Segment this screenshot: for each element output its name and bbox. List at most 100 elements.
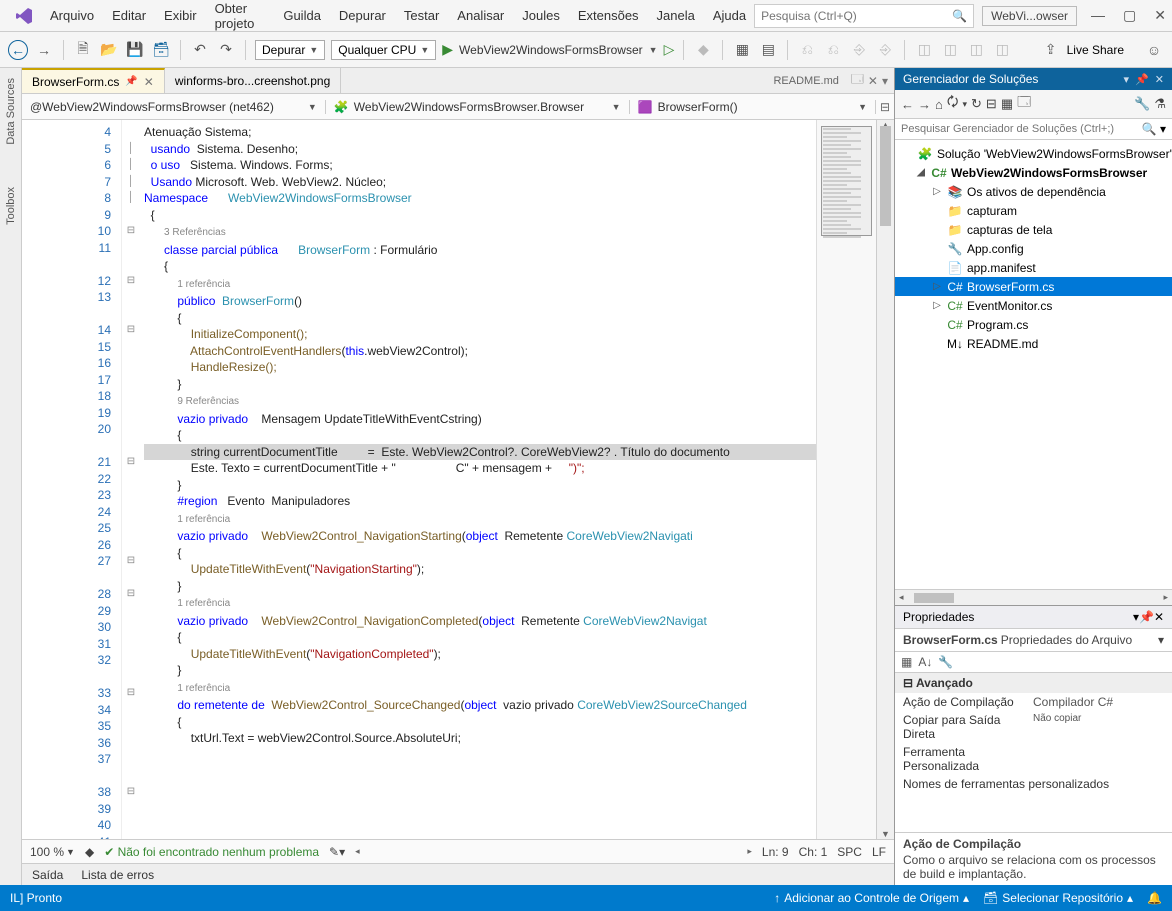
vertical-scrollbar[interactable]: ▲▼ [876, 120, 894, 839]
minimize-button[interactable]: ― [1091, 7, 1105, 24]
nav-back-button[interactable]: ← [8, 40, 28, 60]
tree-item-program[interactable]: C#Program.cs [895, 315, 1172, 334]
maximize-button[interactable]: ▢ [1123, 7, 1136, 24]
tree-item-eventmonitor[interactable]: ▷C#EventMonitor.cs [895, 296, 1172, 315]
tb-icon-8[interactable]: ◫ [914, 40, 934, 60]
sol-collapse-icon[interactable]: ⊟ [986, 96, 997, 112]
nav-project-combo[interactable]: @WebView2WindowsFormsBrowser (net462)▼ [22, 100, 326, 114]
rail-toolbox[interactable]: Toolbox [5, 181, 17, 231]
tab-dropdown-icon[interactable]: ▾ [882, 74, 888, 88]
new-project-button[interactable]: 🗎 [73, 40, 93, 60]
run-target-label[interactable]: WebView2WindowsFormsBrowser [459, 43, 643, 57]
live-share-button[interactable]: Live Share [1067, 43, 1124, 57]
nav-class-combo[interactable]: 🧩 WebView2WindowsFormsBrowser.Browser▼ [326, 100, 630, 114]
tree-item-deps[interactable]: ▷📚Os ativos de dependência [895, 182, 1172, 201]
rail-data-sources[interactable]: Data Sources [5, 72, 17, 151]
indent-mode[interactable]: SPC [837, 845, 862, 859]
tree-item-readme[interactable]: M↓README.md [895, 334, 1172, 353]
sol-back-icon[interactable]: ← [901, 97, 914, 112]
menu-obter-projeto[interactable]: Obter projeto [207, 0, 274, 35]
panel-pin-icon[interactable]: 📌 [1135, 73, 1149, 86]
save-button[interactable]: 💾 [125, 40, 145, 60]
tab-browserform[interactable]: BrowserForm.cs 📌 ✕ [22, 68, 165, 93]
close-icon[interactable]: ✕ [144, 75, 154, 89]
panel-close-icon[interactable]: ✕ [1154, 610, 1164, 624]
code-area[interactable]: Atenuação Sistema; usando Sistema. Desen… [140, 120, 816, 839]
prop-row-toolns[interactable]: Nomes de ferramentas personalizados [895, 775, 1172, 793]
sol-refresh-icon[interactable]: ↻ [971, 96, 982, 112]
close-button[interactable]: ✕ [1154, 7, 1166, 24]
sol-properties-icon[interactable]: 🗔 [1017, 93, 1031, 115]
menu-extensoes[interactable]: Extensões [570, 4, 647, 27]
menu-exibir[interactable]: Exibir [156, 4, 205, 27]
tb-icon-7[interactable]: ⎆ [875, 40, 895, 60]
tree-item-capturam[interactable]: 📁capturam [895, 201, 1172, 220]
sol-fwd-icon[interactable]: → [918, 97, 931, 112]
status-repo[interactable]: 🗃 Selecionar Repositório ▴ [983, 891, 1133, 905]
pencil-icon[interactable]: ✎▾ [329, 845, 345, 859]
tab-error-list[interactable]: Lista de erros [81, 868, 154, 882]
tb-icon-4[interactable]: ⎌ [797, 40, 817, 60]
status-bell-icon[interactable]: 🔔 [1147, 891, 1162, 905]
tb-icon-11[interactable]: ◫ [992, 40, 1012, 60]
menu-depurar[interactable]: Depurar [331, 4, 394, 27]
solution-explorer-header[interactable]: Gerenciador de Soluções ▾ 📌 ✕ [895, 68, 1172, 90]
minimap[interactable] [816, 120, 876, 839]
tree-item-capturas[interactable]: 📁capturas de tela [895, 220, 1172, 239]
tree-item-browserform[interactable]: ▷C#BrowserForm.cs [895, 277, 1172, 296]
prop-wrench-icon[interactable]: 🔧 [938, 655, 953, 669]
tb-icon-5[interactable]: ⎌ [823, 40, 843, 60]
properties-grid[interactable]: ⊟ Avançado Ação de CompilaçãoCompilador … [895, 673, 1172, 832]
code-editor[interactable]: 4567891011121314151617181920212223242526… [22, 120, 894, 839]
live-share-icon[interactable]: ⇪ [1041, 40, 1061, 60]
solution-name-pill[interactable]: WebVi...owser [982, 6, 1077, 26]
redo-button[interactable]: ↷ [216, 40, 236, 60]
tb-icon-1[interactable]: ◆ [693, 40, 713, 60]
tb-icon-2[interactable]: ▦ [732, 40, 752, 60]
tab-output[interactable]: Saída [32, 868, 63, 882]
zoom-combo[interactable]: 100 % ▼ [30, 845, 75, 859]
tb-icon-3[interactable]: ▤ [758, 40, 778, 60]
menu-janela[interactable]: Janela [649, 4, 703, 27]
pin-icon[interactable]: 📌 [125, 76, 137, 87]
tab-readme[interactable]: README.md [765, 72, 846, 90]
sol-tool-icon[interactable]: 🔧 [1134, 96, 1150, 112]
tb-icon-10[interactable]: ◫ [966, 40, 986, 60]
error-lens-icon[interactable]: ◆ [85, 845, 94, 859]
menu-analisar[interactable]: Analisar [449, 4, 512, 27]
panel-close-icon[interactable]: ✕ [1155, 73, 1164, 86]
search-input[interactable] [761, 9, 952, 23]
menu-ajuda[interactable]: Ajuda [705, 4, 754, 27]
tab-overflow-icon[interactable]: 🗔 [851, 70, 864, 91]
open-button[interactable]: 📂 [99, 40, 119, 60]
menu-editar[interactable]: Editar [104, 4, 154, 27]
eol-mode[interactable]: LF [872, 845, 886, 859]
tree-item-manifest[interactable]: 📄app.manifest [895, 258, 1172, 277]
tb-icon-6[interactable]: ⎆ [849, 40, 869, 60]
save-all-button[interactable]: 🗃 [151, 40, 171, 60]
nav-fwd-button[interactable]: → [34, 40, 54, 60]
status-source-control[interactable]: ↑ Adicionar ao Controle de Origem ▴ [774, 891, 969, 905]
start-no-debug-button[interactable]: ▷ [664, 41, 675, 58]
platform-combo[interactable]: Qualquer CPU▼ [331, 40, 436, 60]
panel-pin-icon[interactable]: 📌 [1139, 610, 1154, 624]
tree-project[interactable]: ◢C#WebView2WindowsFormsBrowser [895, 163, 1172, 182]
sol-showall-icon[interactable]: ▦ [1001, 96, 1013, 112]
sol-home-icon[interactable]: ⌂ [935, 97, 943, 112]
quick-search[interactable]: 🔍 [754, 4, 974, 28]
solution-search[interactable]: 🔍 ▾ [895, 119, 1172, 140]
configuration-combo[interactable]: Depurar▼ [255, 40, 325, 60]
tab-close-all-icon[interactable]: ✕ [868, 74, 878, 88]
solution-search-input[interactable] [901, 123, 1142, 135]
prop-row-tool[interactable]: Ferramenta Personalizada [895, 743, 1172, 775]
fold-column[interactable]: ││││⊟⊟⊟⊟⊟⊟⊟⊟ [122, 120, 140, 839]
sol-sync-icon[interactable]: 🗘 [947, 93, 959, 115]
undo-button[interactable]: ↶ [190, 40, 210, 60]
prop-category[interactable]: ⊟ Avançado [895, 673, 1172, 693]
prop-row-build[interactable]: Ação de CompilaçãoCompilador C# [895, 693, 1172, 711]
start-debug-button[interactable]: ▶ [442, 41, 453, 58]
feedback-button[interactable]: ☺ [1144, 40, 1164, 60]
tb-icon-9[interactable]: ◫ [940, 40, 960, 60]
prop-row-copy[interactable]: Copiar para Saída DiretaNão copiar [895, 711, 1172, 743]
nav-member-combo[interactable]: 🟪 BrowserForm()▼ [630, 100, 876, 114]
